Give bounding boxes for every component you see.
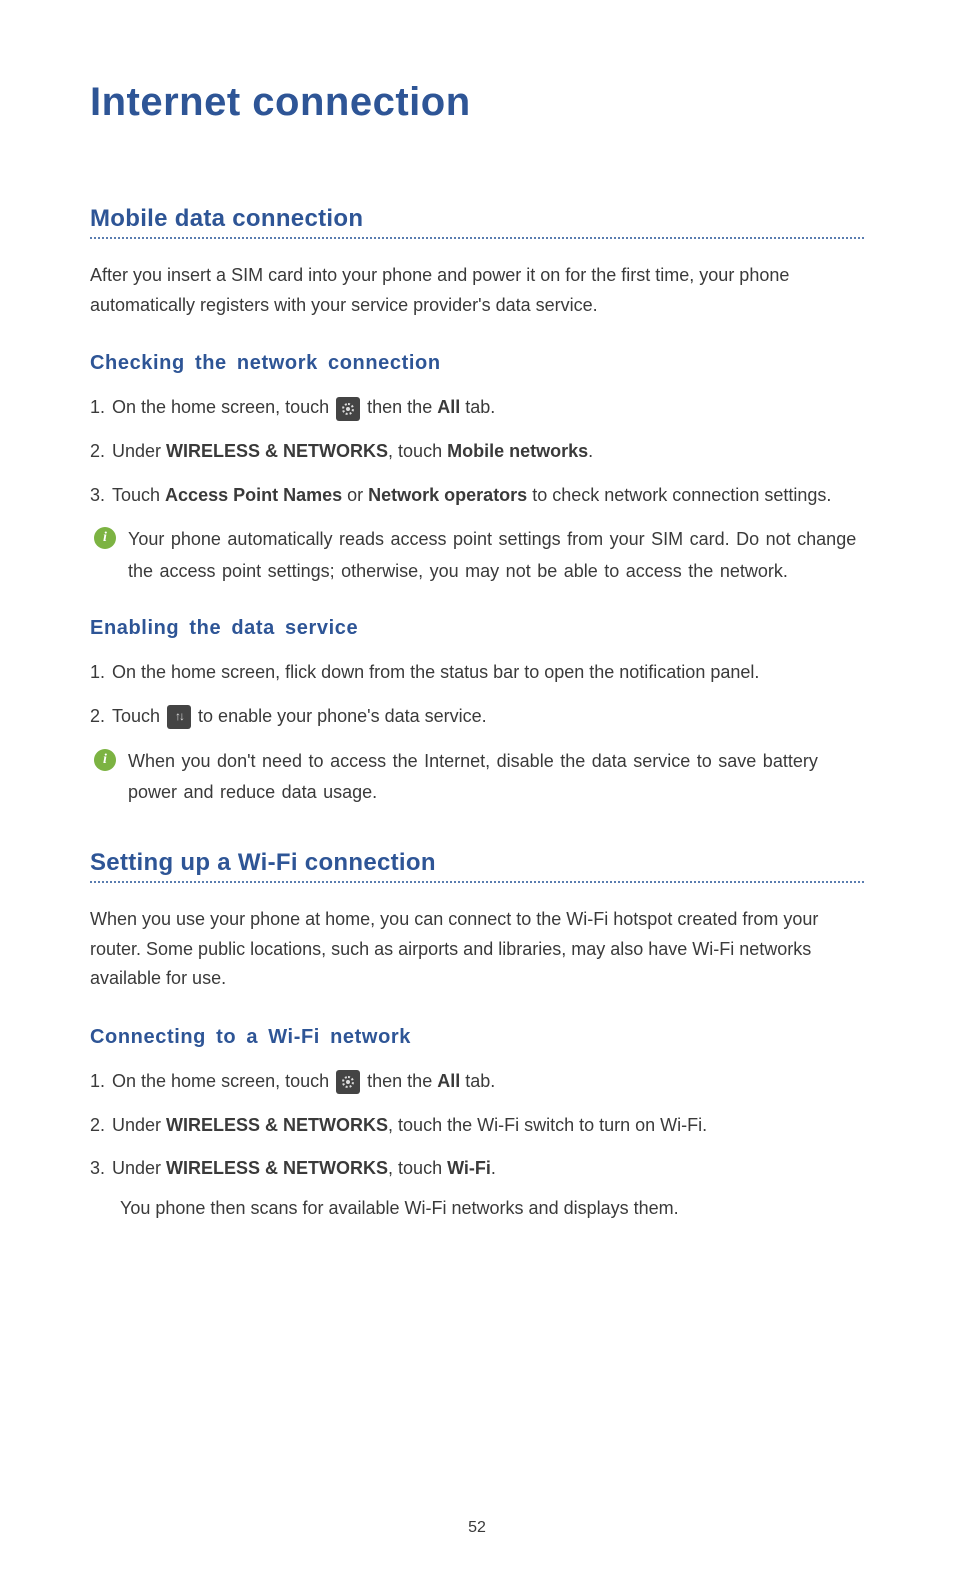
settings-icon <box>336 1070 360 1094</box>
step-text: Touch <box>112 706 165 726</box>
sub-heading-enabling: Enabling the data service <box>90 617 864 640</box>
step-2: 2.Touch to enable your phone's data serv… <box>90 702 864 732</box>
step-number: 3. <box>90 1154 112 1184</box>
step-continuation: You phone then scans for available Wi-Fi… <box>90 1194 864 1224</box>
step-text: or <box>342 485 368 505</box>
section-intro: After you insert a SIM card into your ph… <box>90 261 864 320</box>
step-3: 3.Touch Access Point Names or Network op… <box>90 481 864 511</box>
step-number: 3. <box>90 481 112 511</box>
section-heading-wifi: Setting up a Wi-Fi connection <box>90 849 864 877</box>
sub-heading-checking: Checking the network connection <box>90 352 864 375</box>
bold-word: Wi-Fi <box>447 1158 491 1178</box>
note-text: Your phone automatically reads access po… <box>128 524 864 587</box>
step-text: then the <box>362 397 437 417</box>
step-3: 3.Under WIRELESS & NETWORKS, touch Wi-Fi… <box>90 1154 864 1184</box>
step-text: Touch <box>112 485 165 505</box>
step-text: , touch <box>388 1158 447 1178</box>
step-text: . <box>588 441 593 461</box>
step-number: 2. <box>90 1111 112 1141</box>
bold-word: WIRELESS & NETWORKS <box>166 1115 388 1135</box>
step-number: 1. <box>90 1067 112 1097</box>
sub-heading-connecting: Connecting to a Wi-Fi network <box>90 1026 864 1049</box>
step-text: then the <box>362 1071 437 1091</box>
step-text: Under <box>112 1115 166 1135</box>
data-toggle-icon <box>167 705 191 729</box>
step-text: to enable your phone's data service. <box>193 706 487 726</box>
section-heading-mobile-data: Mobile data connection <box>90 205 864 233</box>
bold-word: Mobile networks <box>447 441 588 461</box>
note-block: i Your phone automatically reads access … <box>90 524 864 587</box>
step-number: 1. <box>90 658 112 688</box>
step-2: 2.Under WIRELESS & NETWORKS, touch the W… <box>90 1111 864 1141</box>
bold-word: All <box>437 397 460 417</box>
step-number: 1. <box>90 393 112 423</box>
step-text: On the home screen, flick down from the … <box>112 662 759 682</box>
info-icon: i <box>94 749 116 771</box>
note-text: When you don't need to access the Intern… <box>128 746 864 809</box>
section-intro: When you use your phone at home, you can… <box>90 905 864 994</box>
step-text: , touch the Wi-Fi switch to turn on Wi-F… <box>388 1115 707 1135</box>
page-number: 52 <box>468 1519 486 1537</box>
settings-icon <box>336 397 360 421</box>
section-mobile-data: Mobile data connection After you insert … <box>90 205 864 809</box>
step-1: 1.On the home screen, flick down from th… <box>90 658 864 688</box>
bold-word: Access Point Names <box>165 485 342 505</box>
step-text: , touch <box>388 441 447 461</box>
info-icon: i <box>94 527 116 549</box>
bold-word: All <box>437 1071 460 1091</box>
step-1: 1.On the home screen, touch then the All… <box>90 393 864 423</box>
step-text: . <box>491 1158 496 1178</box>
divider <box>90 237 864 239</box>
step-text: tab. <box>460 1071 495 1091</box>
bold-word: Network operators <box>368 485 527 505</box>
bold-word: WIRELESS & NETWORKS <box>166 441 388 461</box>
step-text: tab. <box>460 397 495 417</box>
step-2: 2.Under WIRELESS & NETWORKS, touch Mobil… <box>90 437 864 467</box>
step-number: 2. <box>90 437 112 467</box>
step-text: Under <box>112 441 166 461</box>
page-title: Internet connection <box>90 80 864 125</box>
bold-word: WIRELESS & NETWORKS <box>166 1158 388 1178</box>
step-text: On the home screen, touch <box>112 397 334 417</box>
step-text: to check network connection settings. <box>527 485 831 505</box>
divider <box>90 881 864 883</box>
section-wifi: Setting up a Wi-Fi connection When you u… <box>90 849 864 1224</box>
step-text: On the home screen, touch <box>112 1071 334 1091</box>
note-block: i When you don't need to access the Inte… <box>90 746 864 809</box>
step-text: Under <box>112 1158 166 1178</box>
step-number: 2. <box>90 702 112 732</box>
step-1: 1.On the home screen, touch then the All… <box>90 1067 864 1097</box>
